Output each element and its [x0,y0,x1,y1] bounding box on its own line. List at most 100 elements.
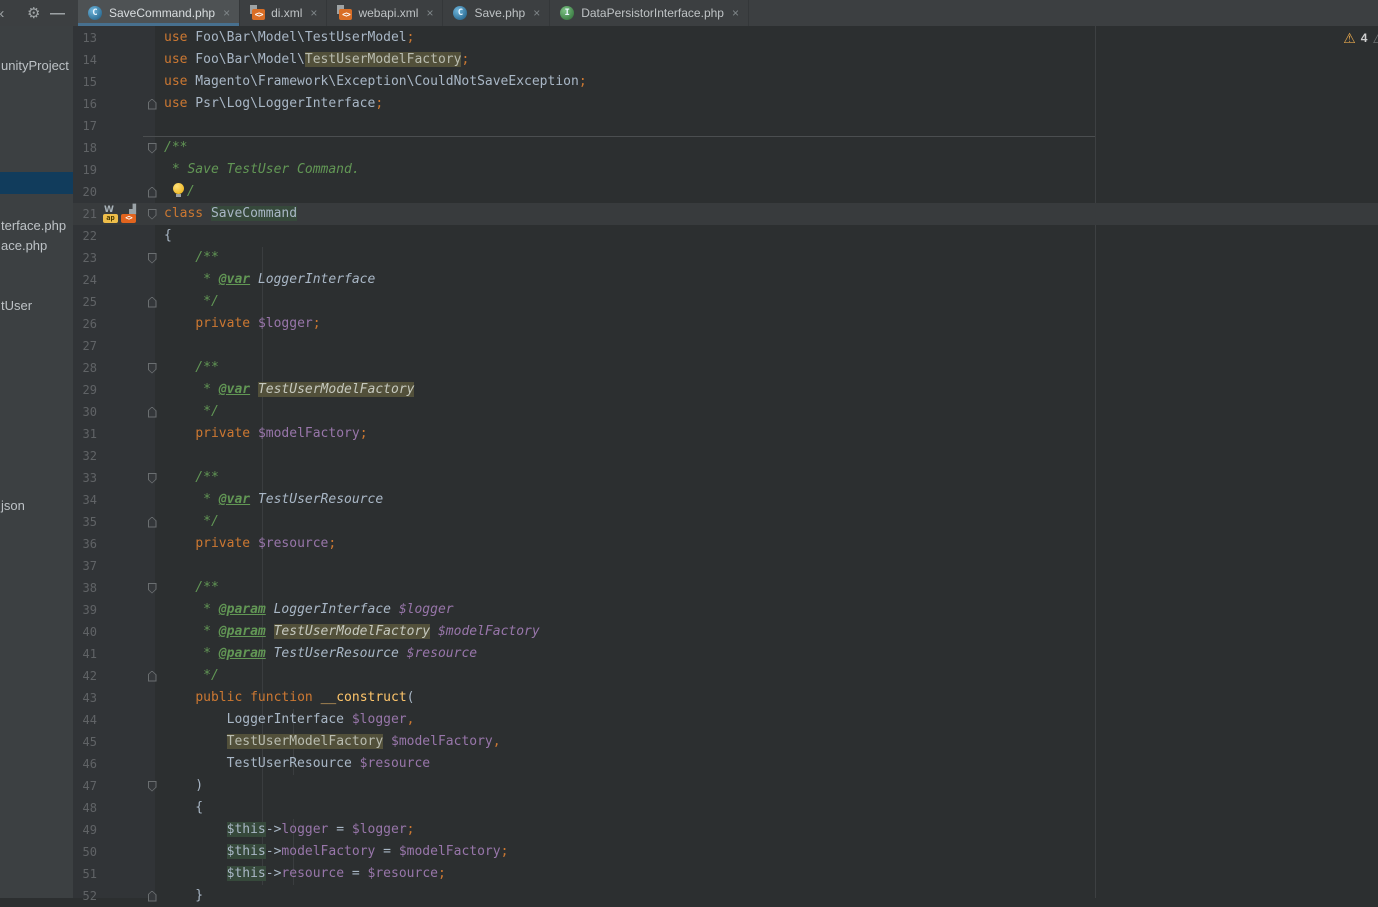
code-text[interactable]: * @param TestUserModelFactory $modelFact… [161,621,1378,643]
code-text[interactable] [161,555,1378,577]
magento-di-gutter-icon[interactable]: ▟<> [121,206,137,223]
line-number[interactable]: 29 [73,379,101,401]
code-text[interactable]: */ [161,511,1378,533]
fold-marker[interactable] [143,511,161,533]
fold-marker[interactable] [143,863,161,885]
project-tree-item[interactable]: unityProject [1,56,69,76]
line-number[interactable]: 43 [73,687,101,709]
project-tree-item[interactable]: tUser [1,296,32,316]
minimize-icon[interactable]: — [50,0,65,26]
line-number[interactable]: 37 [73,555,101,577]
code-text[interactable]: /** [161,577,1378,599]
code-text[interactable]: LoggerInterface $logger, [161,709,1378,731]
code-text[interactable]: use Foo\Bar\Model\TestUserModel; [161,27,1378,49]
code-text[interactable]: * @var TestUserModelFactory [161,379,1378,401]
line-number[interactable]: 18 [73,137,101,159]
fold-marker[interactable] [143,797,161,819]
fold-marker[interactable] [143,555,161,577]
line-number[interactable]: 24 [73,269,101,291]
code-text[interactable]: TestUserModelFactory $modelFactory, [161,731,1378,753]
code-text[interactable]: ) [161,775,1378,797]
fold-marker[interactable] [143,621,161,643]
code-text[interactable]: private $resource; [161,533,1378,555]
fold-marker[interactable] [143,71,161,93]
fold-marker[interactable] [143,467,161,489]
fold-marker[interactable] [143,885,161,907]
line-number[interactable]: 36 [73,533,101,555]
fold-marker[interactable] [143,225,161,247]
line-number[interactable]: 41 [73,643,101,665]
code-text[interactable]: /** [161,467,1378,489]
line-number[interactable]: 15 [73,71,101,93]
line-number[interactable]: 19 [73,159,101,181]
line-number[interactable]: 23 [73,247,101,269]
editor-tab-save-php[interactable]: CSave.php× [443,0,550,26]
fold-marker[interactable] [143,841,161,863]
fold-marker[interactable] [143,49,161,71]
code-text[interactable]: use Magento\Framework\Exception\CouldNot… [161,71,1378,93]
tab-close-icon[interactable]: × [223,6,230,20]
code-text[interactable]: * @param LoggerInterface $logger [161,599,1378,621]
code-text[interactable]: /** [161,137,1378,159]
code-text[interactable] [161,335,1378,357]
line-number[interactable]: 20 [73,181,101,203]
line-number[interactable]: 28 [73,357,101,379]
code-text[interactable]: * Save TestUser Command. [161,159,1378,181]
line-number[interactable]: 49 [73,819,101,841]
fold-marker[interactable] [143,401,161,423]
fold-marker[interactable] [143,643,161,665]
line-number[interactable]: 16 [73,93,101,115]
line-number[interactable]: 46 [73,753,101,775]
code-text[interactable]: */ [161,401,1378,423]
project-tree-item[interactable]: terface.php [1,216,66,236]
fold-marker[interactable] [143,533,161,555]
line-number[interactable]: 13 [73,27,101,49]
code-text[interactable]: /** [161,247,1378,269]
fold-marker[interactable] [143,247,161,269]
editor-tab-savecommand-php[interactable]: CSaveCommand.php× [78,0,240,26]
code-text[interactable]: $this->resource = $resource; [161,863,1378,885]
fold-marker[interactable] [143,577,161,599]
tab-close-icon[interactable]: × [426,6,433,20]
fold-marker[interactable] [143,775,161,797]
code-text[interactable]: class SaveCommand [161,203,1378,225]
code-text[interactable]: / [161,181,1378,203]
project-tree-item[interactable]: json [1,496,25,516]
code-text[interactable]: private $logger; [161,313,1378,335]
fold-marker[interactable] [143,423,161,445]
fold-marker[interactable] [143,159,161,181]
fold-marker[interactable] [143,269,161,291]
fold-marker[interactable] [143,687,161,709]
line-number[interactable]: 39 [73,599,101,621]
code-text[interactable]: public function __construct( [161,687,1378,709]
fold-marker[interactable] [143,665,161,687]
fold-marker[interactable] [143,599,161,621]
line-number[interactable]: 30 [73,401,101,423]
code-text[interactable]: { [161,225,1378,247]
code-text[interactable]: TestUserResource $resource [161,753,1378,775]
line-number[interactable]: 52 [73,885,101,907]
fold-marker[interactable] [143,819,161,841]
fold-marker[interactable] [143,753,161,775]
fold-marker[interactable] [143,93,161,115]
line-number[interactable]: 48 [73,797,101,819]
settings-gear-icon[interactable]: ⚙ [27,0,40,26]
fold-marker[interactable] [143,137,161,159]
line-number[interactable]: 47 [73,775,101,797]
fold-marker[interactable] [143,379,161,401]
code-text[interactable]: use Foo\Bar\Model\TestUserModelFactory; [161,49,1378,71]
project-tree-item[interactable]: ace.php [1,236,47,256]
line-number[interactable]: 45 [73,731,101,753]
fold-marker[interactable] [143,291,161,313]
fold-marker[interactable] [143,335,161,357]
inspections-widget[interactable]: ⚠ 4 ⚠ [1343,31,1378,45]
panel-collapse-icon[interactable]: « [0,0,2,26]
code-editor[interactable]: 13use Foo\Bar\Model\TestUserModel;14use … [73,26,1378,898]
intention-bulb-icon[interactable] [172,183,187,198]
code-text[interactable] [161,445,1378,467]
code-text[interactable]: $this->logger = $logger; [161,819,1378,841]
line-number[interactable]: 40 [73,621,101,643]
editor-tab-di-xml[interactable]: <>di.xml× [240,0,327,26]
editor-tab-webapi-xml[interactable]: <>webapi.xml× [327,0,443,26]
line-number[interactable]: 25 [73,291,101,313]
